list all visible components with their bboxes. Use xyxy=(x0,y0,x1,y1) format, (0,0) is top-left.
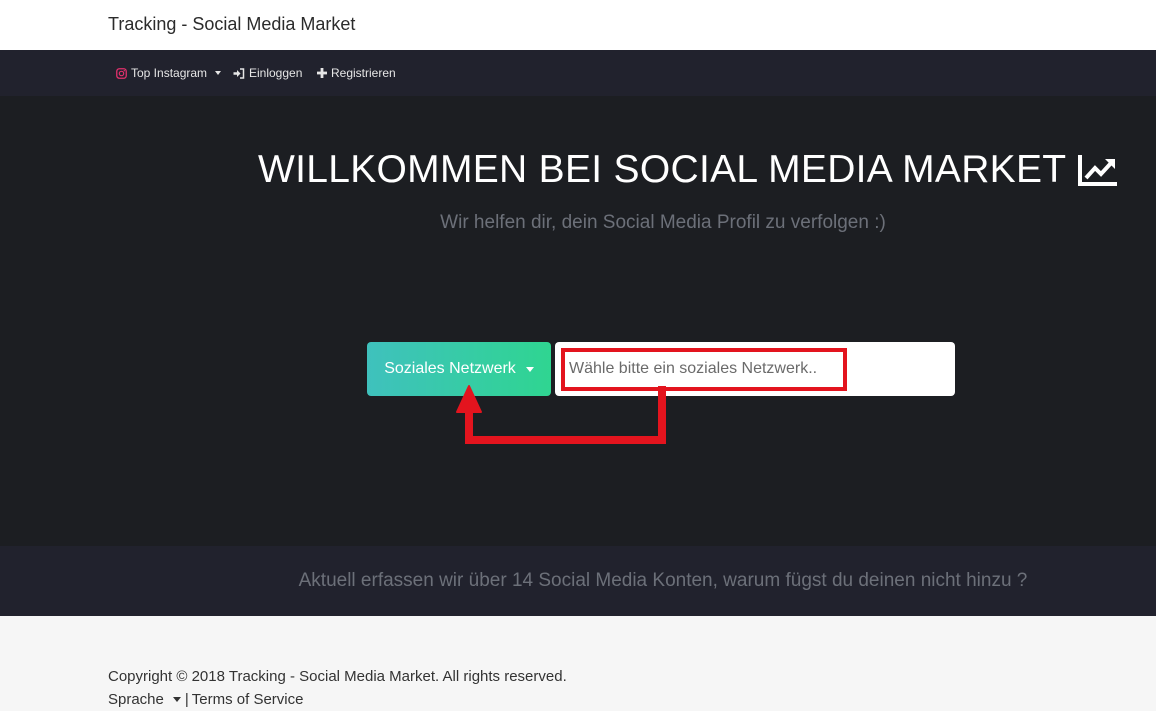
nav-item-label: Einloggen xyxy=(249,66,303,80)
chevron-down-icon xyxy=(215,71,222,75)
hero-section: WILLKOMMEN BEI SOCIAL MEDIA MARKET Wir h… xyxy=(0,96,1156,546)
main-navbar: Top Instagram Einloggen Registrieren xyxy=(0,50,1156,96)
footer-copyright: Copyright © 2018 Tracking - Social Media… xyxy=(108,668,567,685)
social-network-button-label: Soziales Netzwerk xyxy=(384,360,516,377)
plus-icon xyxy=(317,68,327,78)
nav-item-label: Registrieren xyxy=(331,66,396,80)
nav-item-label: Top Instagram xyxy=(131,66,208,80)
instagram-icon xyxy=(116,67,127,79)
chevron-down-icon xyxy=(525,366,534,372)
nav-item-top-instagram[interactable]: Top Instagram xyxy=(116,66,222,80)
footer-separator: | xyxy=(184,691,189,708)
top-bar: Tracking - Social Media Market xyxy=(0,0,1156,50)
chevron-down-icon[interactable] xyxy=(172,697,181,702)
social-network-search-input[interactable] xyxy=(555,342,955,396)
terms-of-service-link[interactable]: Terms of Service xyxy=(192,691,304,708)
nav-item-register[interactable]: Registrieren xyxy=(317,66,396,80)
site-brand[interactable]: Tracking - Social Media Market xyxy=(108,14,355,35)
page-title: WILLKOMMEN BEI SOCIAL MEDIA MARKET xyxy=(258,148,1067,191)
line-chart-icon xyxy=(1078,155,1118,186)
stats-banner: Aktuell erfassen wir über 14 Social Medi… xyxy=(0,546,1156,616)
footer-links: Sprache | Terms of Service xyxy=(108,691,303,708)
social-network-dropdown-button[interactable]: Soziales Netzwerk xyxy=(367,342,551,396)
hero-subtitle: Wir helfen dir, dein Social Media Profil… xyxy=(440,212,886,233)
hero-title-row: WILLKOMMEN BEI SOCIAL MEDIA MARKET xyxy=(258,148,1118,192)
sign-in-icon xyxy=(233,67,245,79)
language-selector[interactable]: Sprache xyxy=(108,691,164,708)
nav-item-login[interactable]: Einloggen xyxy=(233,66,302,80)
stats-text: Aktuell erfassen wir über 14 Social Medi… xyxy=(298,570,1028,591)
